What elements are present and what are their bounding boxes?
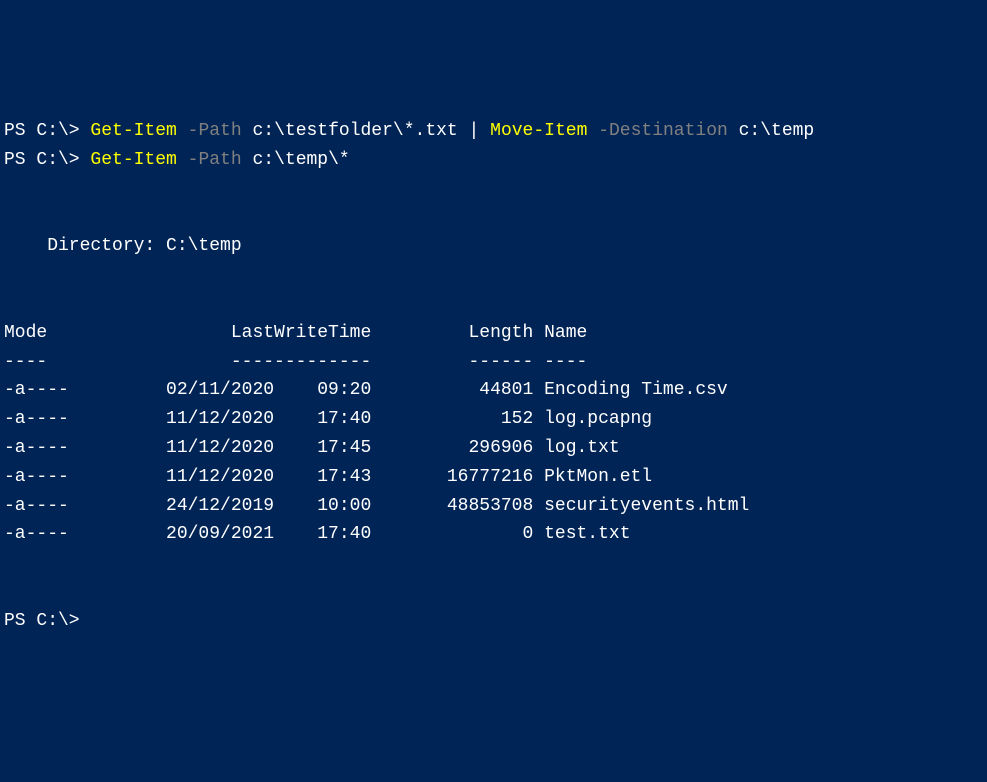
file-rows: -a---- 02/11/2020 09:20 44801 Encoding T… <box>4 376 983 549</box>
cmdlet-get-item: Get-Item <box>90 150 176 170</box>
command-line-1: PS C:\> Get-Item -Path c:\testfolder\*.t… <box>4 121 814 141</box>
table-header: Mode LastWriteTime Length Name <box>4 323 587 343</box>
arg-path-value: c:\temp\* <box>252 150 349 170</box>
param-path: -Path <box>188 121 242 141</box>
arg-path-value: c:\testfolder\*.txt <box>252 121 457 141</box>
prompt: PS C:\> <box>4 150 90 170</box>
param-destination: -Destination <box>598 121 728 141</box>
prompt: PS C:\> <box>4 121 90 141</box>
cmdlet-move-item: Move-Item <box>490 121 587 141</box>
powershell-terminal[interactable]: PS C:\> Get-Item -Path c:\testfolder\*.t… <box>0 115 987 637</box>
param-path: -Path <box>188 150 242 170</box>
directory-header: Directory: C:\temp <box>4 236 242 256</box>
arg-destination-value: c:\temp <box>739 121 815 141</box>
prompt-ready: PS C:\> <box>4 611 80 631</box>
command-line-2: PS C:\> Get-Item -Path c:\temp\* <box>4 150 350 170</box>
table-separator: ---- ------------- ------ ---- <box>4 352 587 372</box>
pipe-operator: | <box>469 121 480 141</box>
cmdlet-get-item: Get-Item <box>90 121 176 141</box>
